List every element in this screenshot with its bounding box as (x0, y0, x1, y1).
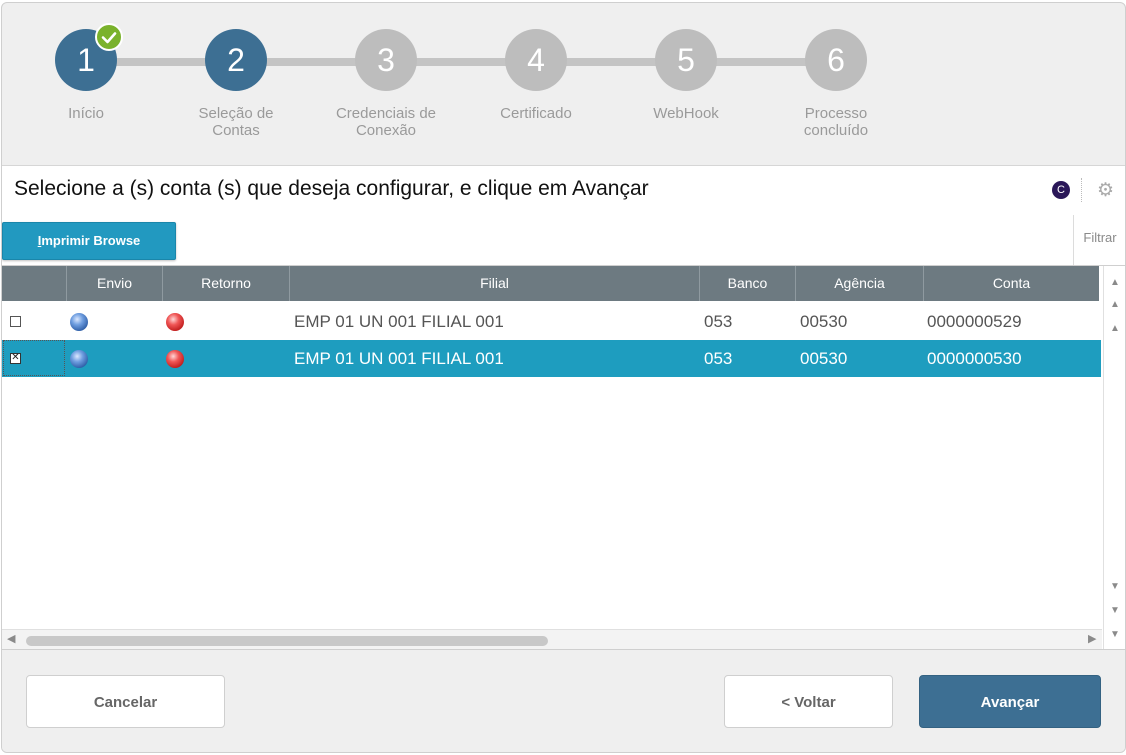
cell-banco: 053 (704, 349, 733, 368)
column-header-agencia[interactable]: Agência (796, 266, 924, 301)
scroll-page-up-icon[interactable]: ▲ (1107, 296, 1123, 314)
back-button[interactable]: < Voltar (724, 675, 893, 728)
grid-header: Envio Retorno Filial Banco Agência Conta (2, 266, 1099, 301)
step-2-label: Seleção de Contas (198, 105, 274, 139)
filter-button[interactable]: Filtrar (1073, 215, 1125, 265)
column-header-conta[interactable]: Conta (924, 266, 1099, 301)
cell-filial: EMP 01 UN 001 FILIAL 001 (294, 312, 504, 331)
step-2[interactable]: 2 Seleção de Contas (161, 29, 311, 139)
row-checkbox-checked[interactable] (10, 351, 21, 364)
step-5[interactable]: 5 WebHook (611, 29, 761, 122)
envio-status-blue-icon (70, 313, 88, 331)
scroll-top-icon[interactable]: ▲ (1107, 274, 1123, 292)
page-title: Selecione a (s) conta (s) que deseja con… (14, 177, 649, 200)
retorno-status-red-icon (166, 350, 184, 368)
divider (1081, 178, 1083, 202)
step-4-circle: 4 (505, 29, 567, 91)
table-row[interactable]: EMP 01 UN 001 FILIAL 001 053 00530 00000… (2, 303, 1101, 340)
retorno-status-red-icon (166, 313, 184, 331)
cell-conta: 0000000529 (927, 312, 1022, 331)
cancel-button[interactable]: Cancelar (26, 675, 225, 728)
horizontal-scrollbar[interactable]: ◀ ▶ (2, 629, 1102, 650)
step-3-circle: 3 (355, 29, 417, 91)
envio-status-blue-icon (70, 350, 88, 368)
row-checkbox[interactable] (10, 316, 21, 327)
step-4-label: Certificado (500, 105, 572, 122)
step-1-number: 1 (77, 42, 95, 78)
wizard-window: 1 Início 2 Seleção de Contas 3 Credencia… (1, 2, 1126, 753)
step-3[interactable]: 3 Credenciais de Conexão (311, 29, 461, 139)
cell-banco: 053 (704, 312, 733, 331)
step-2-number: 2 (227, 42, 245, 78)
cell-filial: EMP 01 UN 001 FILIAL 001 (294, 349, 504, 368)
app-logo-icon[interactable]: C (1052, 181, 1070, 199)
step-6-label: Processo concluído (803, 105, 869, 139)
cell-agencia: 00530 (800, 349, 848, 368)
step-1-circle: 1 (55, 23, 123, 91)
print-browse-label: mprimir Browse (41, 233, 141, 248)
vertical-scrollbar[interactable]: ▲ ▲ ▲ ▼ ▼ ▼ (1103, 266, 1125, 650)
next-button[interactable]: Avançar (919, 675, 1101, 728)
gear-icon[interactable]: ⚙ (1097, 179, 1114, 202)
table-row-selected[interactable]: EMP 01 UN 001 FILIAL 001 053 00530 00000… (2, 340, 1101, 377)
scroll-left-icon[interactable]: ◀ (7, 632, 15, 645)
browse-toolbar: Imprimir Browse Filtrar (2, 215, 1125, 265)
scroll-down-icon[interactable]: ▼ (1107, 578, 1123, 596)
scroll-right-icon[interactable]: ▶ (1088, 632, 1096, 645)
step-4[interactable]: 4 Certificado (461, 29, 611, 122)
cell-conta: 0000000530 (927, 349, 1022, 368)
scroll-up-icon[interactable]: ▲ (1107, 320, 1123, 338)
column-header-select[interactable] (2, 266, 67, 301)
column-header-retorno[interactable]: Retorno (163, 266, 290, 301)
wizard-stepper: 1 Início 2 Seleção de Contas 3 Credencia… (2, 3, 1125, 165)
step-5-number: 5 (677, 42, 695, 78)
step-2-circle: 2 (205, 29, 267, 91)
step-1[interactable]: 1 Início (11, 23, 161, 122)
column-header-envio[interactable]: Envio (67, 266, 163, 301)
horizontal-scroll-thumb[interactable] (26, 636, 548, 646)
wizard-footer: Cancelar < Voltar Avançar (2, 649, 1125, 752)
scroll-bottom-icon[interactable]: ▼ (1107, 626, 1123, 644)
instruction-bar: Selecione a (s) conta (s) que deseja con… (2, 165, 1125, 216)
column-header-filial[interactable]: Filial (290, 266, 700, 301)
step-6-circle: 6 (805, 29, 867, 91)
scroll-page-down-icon[interactable]: ▼ (1107, 602, 1123, 620)
step-3-number: 3 (377, 42, 395, 78)
accounts-grid: Envio Retorno Filial Banco Agência Conta… (2, 265, 1125, 650)
step-3-label: Credenciais de Conexão (335, 105, 437, 139)
print-browse-button[interactable]: Imprimir Browse (2, 222, 176, 260)
step-5-circle: 5 (655, 29, 717, 91)
column-header-banco[interactable]: Banco (700, 266, 796, 301)
step-4-number: 4 (527, 42, 545, 78)
step-5-label: WebHook (653, 105, 719, 122)
step-6[interactable]: 6 Processo concluído (761, 29, 911, 139)
step-1-label: Início (68, 105, 104, 122)
checkmark-icon (95, 23, 123, 51)
cell-agencia: 00530 (800, 312, 848, 331)
step-6-number: 6 (827, 42, 845, 78)
